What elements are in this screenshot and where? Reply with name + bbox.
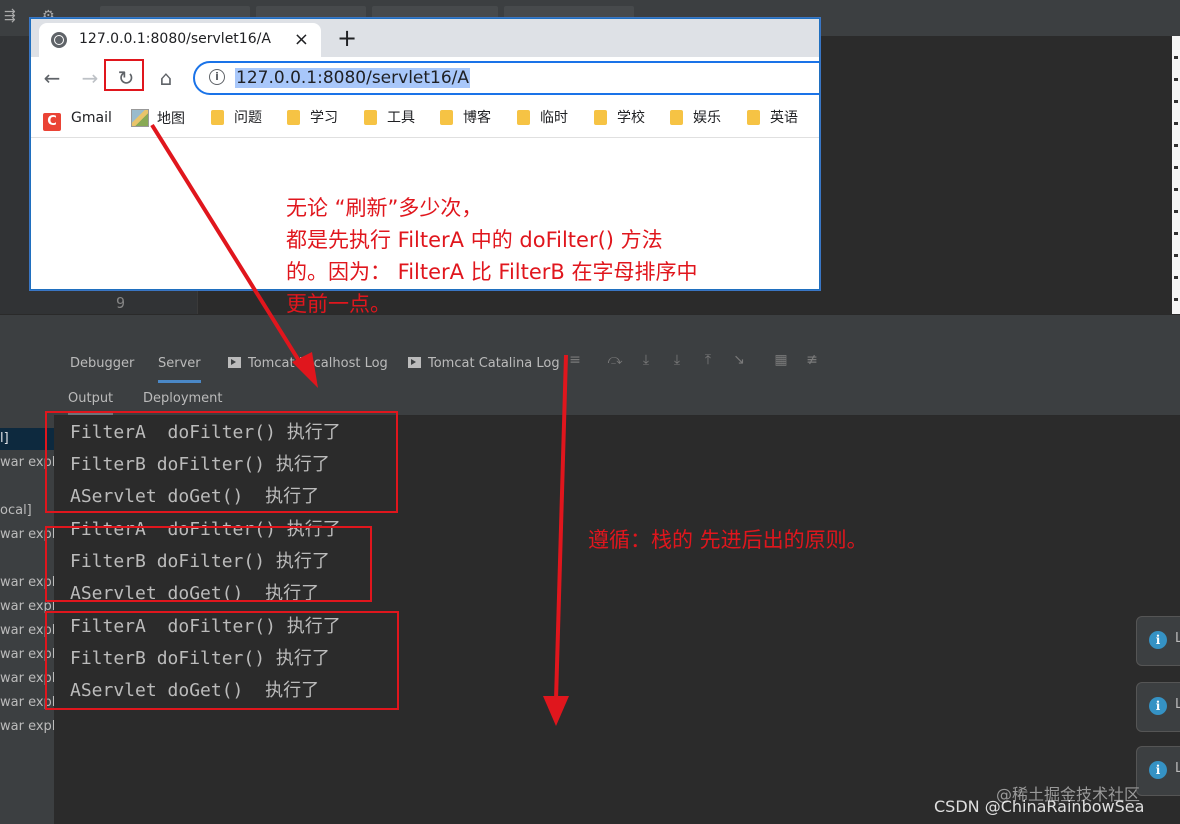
tab-tomcat-localhost-log[interactable]: Tomcat Localhost Log <box>228 345 388 383</box>
browser-tab[interactable]: 127.0.0.1:8080/servlet16/A × <box>39 23 321 57</box>
bookmark-label: 学习 <box>310 110 338 126</box>
bookmark-folder[interactable]: 学习 <box>287 109 338 127</box>
tab-label: Tomcat Localhost Log <box>248 356 388 371</box>
notification-balloon[interactable]: i L <box>1136 746 1180 796</box>
step-out-icon[interactable]: ⤒ <box>699 351 717 369</box>
new-tab-button[interactable]: + <box>337 23 357 53</box>
map-icon <box>131 109 149 127</box>
line-number: 9 <box>116 294 126 312</box>
site-info-icon[interactable]: i <box>209 69 225 85</box>
folder-icon <box>287 110 300 125</box>
bookmark-folder[interactable]: 学校 <box>594 109 645 127</box>
bookmark-label: 临时 <box>540 110 568 126</box>
highlight-box <box>45 526 372 602</box>
tree-item[interactable]: war expl <box>0 716 54 738</box>
bookmark-map[interactable]: 地图 <box>131 109 185 127</box>
url-text: 127.0.0.1:8080/servlet16/A <box>235 68 471 88</box>
folder-icon <box>594 110 607 125</box>
force-step-into-icon[interactable]: ⤓ <box>668 351 686 369</box>
structure-icon[interactable]: ⇶ <box>4 8 20 24</box>
bookmark-label: 学校 <box>617 110 645 126</box>
bookmark-folder[interactable]: 问题 <box>211 109 262 127</box>
bookmark-folder[interactable]: 娱乐 <box>670 109 721 127</box>
tab-title: 127.0.0.1:8080/servlet16/A <box>79 31 271 47</box>
folder-icon <box>747 110 760 125</box>
evaluate-icon[interactable]: ▦ <box>772 351 790 369</box>
tab-tomcat-catalina-log[interactable]: Tomcat Catalina Log <box>408 345 560 383</box>
folder-icon <box>211 110 224 125</box>
annotation-line: 的。因为： FilterA 比 FilterB 在字母排序中 <box>286 260 698 284</box>
notification-text: L <box>1175 631 1180 646</box>
tab-label: Tomcat Catalina Log <box>428 356 560 371</box>
bookmark-folder[interactable]: 英语 <box>747 109 798 127</box>
highlight-box <box>45 411 398 513</box>
folder-icon <box>670 110 683 125</box>
annotation-note: 无论 “刷新”多少次， 都是先执行 FilterA 中的 doFilter() … <box>286 192 698 320</box>
notification-balloon[interactable]: i L <box>1136 682 1180 732</box>
info-icon: i <box>1149 697 1167 715</box>
back-arrow-icon[interactable]: ← <box>39 65 65 91</box>
bookmark-label: Gmail <box>71 110 112 126</box>
folder-icon <box>440 110 453 125</box>
right-side-strip <box>1172 36 1180 326</box>
browser-toolbar: ← → ↻ ⌂ i 127.0.0.1:8080/servlet16/A <box>31 57 819 99</box>
tab-server[interactable]: Server <box>158 345 201 383</box>
bookmark-label: 英语 <box>770 110 798 126</box>
info-icon: i <box>1149 761 1167 779</box>
bookmark-folder[interactable]: 临时 <box>517 109 568 127</box>
tree-item[interactable]: ocal] <box>0 500 32 522</box>
menu-lines-icon[interactable]: ≡ <box>566 351 584 369</box>
close-icon[interactable]: × <box>294 29 309 50</box>
bookmark-folder[interactable]: 博客 <box>440 109 491 127</box>
tab-debugger[interactable]: Debugger <box>70 345 134 383</box>
log-icon <box>228 357 241 368</box>
notification-text: L <box>1175 697 1180 712</box>
run-to-cursor-icon[interactable]: ↘ <box>730 351 748 369</box>
info-icon: i <box>1149 631 1167 649</box>
bookmark-label: 工具 <box>387 110 415 126</box>
annotation-line: 都是先执行 FilterA 中的 doFilter() 方法 <box>286 228 663 252</box>
annotation-line: 更前一点。 <box>286 292 391 316</box>
address-bar[interactable]: i 127.0.0.1:8080/servlet16/A <box>193 61 819 95</box>
home-icon[interactable]: ⌂ <box>153 65 179 91</box>
folder-icon <box>517 110 530 125</box>
annotation-line: 无论 “刷新”多少次， <box>286 196 483 220</box>
step-into-icon[interactable]: ⤓ <box>637 351 655 369</box>
bookmark-gmail[interactable]: C Gmail <box>43 109 112 131</box>
bookmark-label: 地图 <box>157 111 185 127</box>
notification-balloon[interactable]: i L <box>1136 616 1180 666</box>
forward-arrow-icon[interactable]: → <box>77 65 103 91</box>
globe-icon <box>51 32 67 48</box>
highlight-box <box>45 611 399 710</box>
bookmark-label: 娱乐 <box>693 110 721 126</box>
bookmark-folder[interactable]: 工具 <box>364 109 415 127</box>
log-icon <box>408 357 421 368</box>
bookmark-label: 问题 <box>234 110 262 126</box>
reload-highlight-box <box>104 59 144 91</box>
gmail-icon: C <box>43 113 61 131</box>
notification-text: L <box>1175 761 1180 776</box>
step-over-icon[interactable]: ⤼ <box>606 351 624 369</box>
folder-icon <box>364 110 377 125</box>
browser-tab-strip: 127.0.0.1:8080/servlet16/A × + <box>31 19 819 57</box>
bookmark-label: 博客 <box>463 110 491 126</box>
trace-icon[interactable]: ≢ <box>803 351 821 369</box>
annotation-stack-note: 遵循：栈的 先进后出的原则。 <box>588 528 868 552</box>
watermark-csdn: CSDN @ChinaRainbowSea <box>934 797 1145 816</box>
bookmarks-bar: C Gmail 地图 问题 学习 工具 博客 临时 学校 娱乐 英语 <box>31 99 819 138</box>
